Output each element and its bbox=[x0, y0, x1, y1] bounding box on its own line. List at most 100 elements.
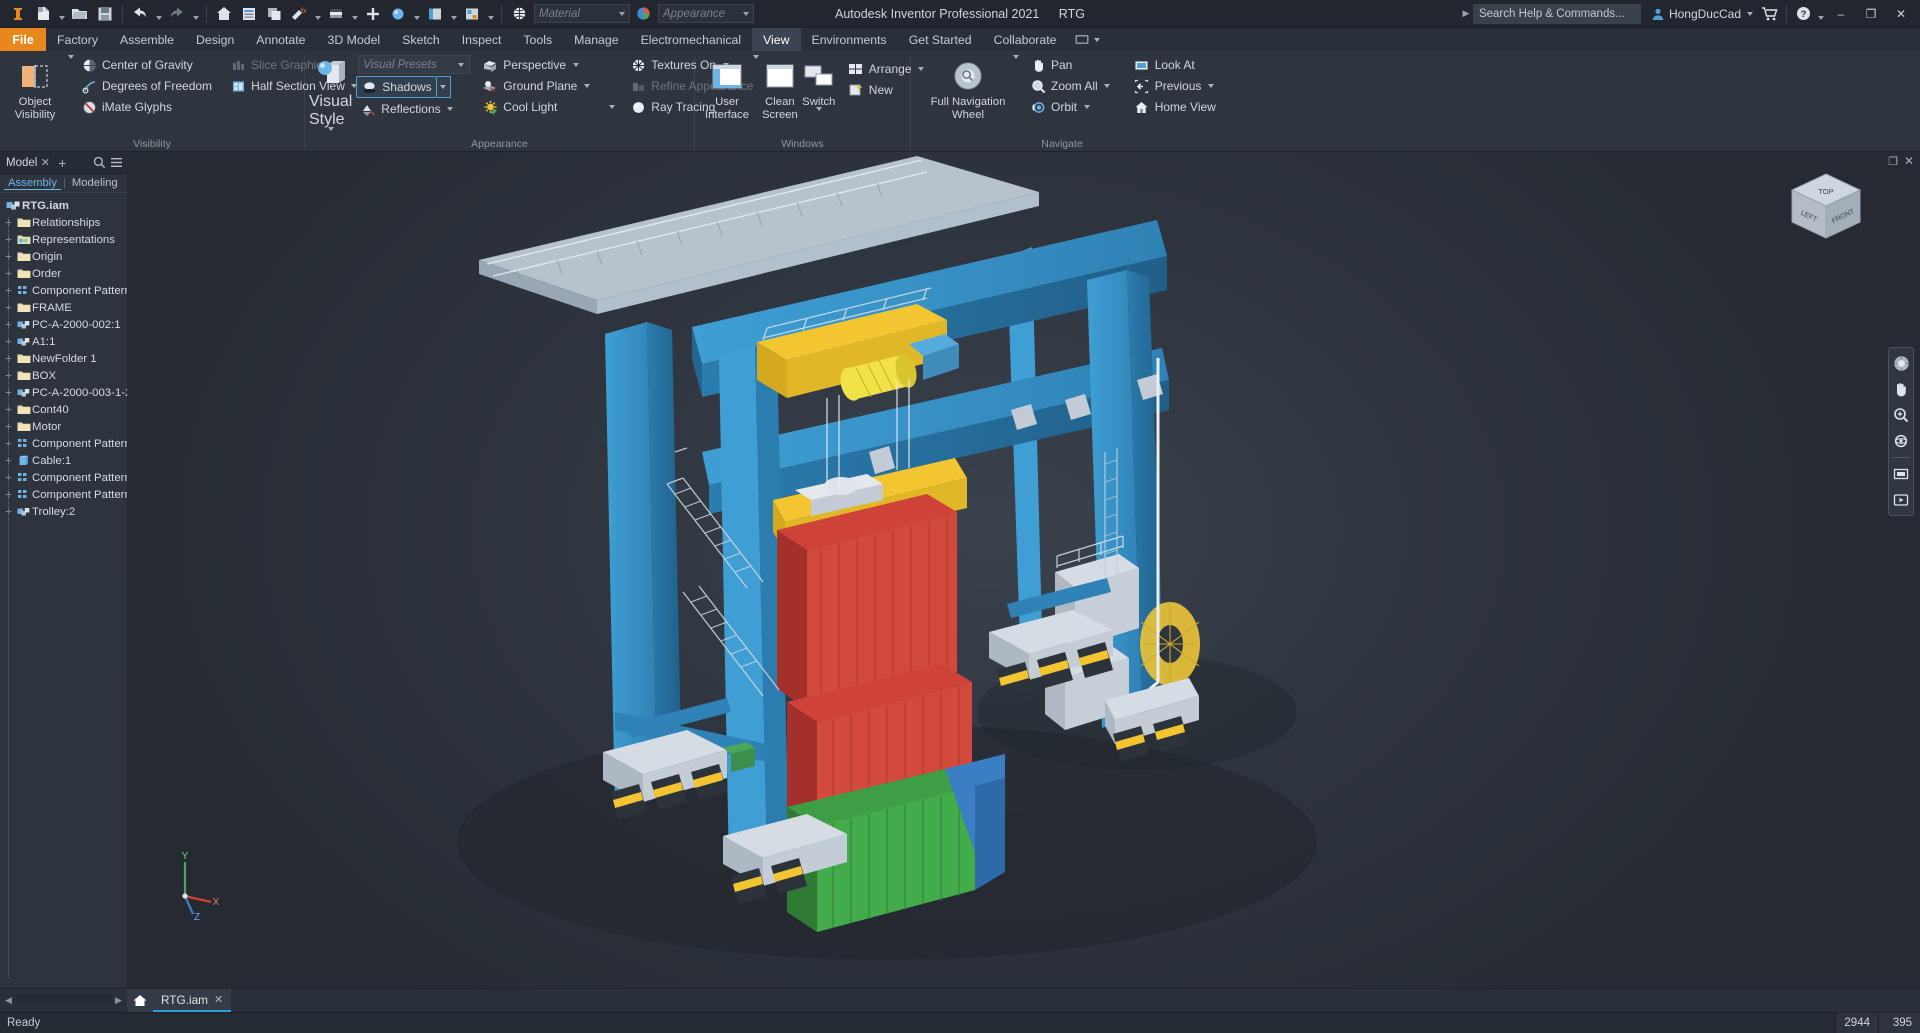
view-cube[interactable]: TOP LEFT FRONT bbox=[1784, 170, 1868, 248]
ribbon-display-options[interactable] bbox=[1067, 28, 1109, 51]
model-tree[interactable]: RTG.iam + Relationships + Representation… bbox=[0, 193, 127, 988]
shadows-toggle[interactable]: Shadows bbox=[356, 76, 437, 98]
appearance-browser-icon[interactable] bbox=[460, 2, 484, 26]
full-navigation-wheel-caret-icon[interactable] bbox=[1011, 55, 1020, 59]
orbit-button[interactable]: Orbit bbox=[1026, 97, 1116, 117]
tree-item-motor[interactable]: + Motor bbox=[0, 418, 127, 435]
tree-item-order[interactable]: + Order bbox=[0, 265, 127, 282]
tree-item-origin[interactable]: + Origin bbox=[0, 248, 127, 265]
help-icon[interactable]: ? bbox=[1791, 2, 1815, 26]
shopping-cart-icon[interactable] bbox=[1758, 2, 1782, 26]
browser-subtab-modeling[interactable]: Modeling bbox=[68, 177, 122, 189]
copy-icon[interactable] bbox=[262, 2, 286, 26]
browser-close-button[interactable]: ✕ bbox=[37, 156, 53, 169]
user-interface-caret-icon[interactable] bbox=[751, 55, 760, 59]
tree-item-cont40[interactable]: + Cont40 bbox=[0, 401, 127, 418]
graphics-viewport[interactable]: ❐ ✕ TOP LEFT FRONT Y X Z bbox=[127, 152, 1920, 988]
reflections-caret-icon[interactable] bbox=[446, 107, 455, 111]
user-account-menu[interactable]: HongDucCad bbox=[1647, 2, 1758, 26]
tab-file[interactable]: File bbox=[0, 28, 46, 51]
cool-light-selector[interactable]: Cool Light bbox=[478, 97, 620, 117]
show-motion-icon[interactable] bbox=[1890, 488, 1912, 512]
object-visibility-button[interactable]: Object Visibility bbox=[4, 55, 66, 121]
browser-add-button[interactable]: + bbox=[53, 155, 71, 171]
pan-hand-icon[interactable] bbox=[1890, 377, 1912, 401]
cool-light-caret-icon[interactable] bbox=[607, 105, 616, 109]
minimize-window-button[interactable]: – bbox=[1826, 1, 1856, 27]
material-sphere-caret[interactable] bbox=[411, 2, 422, 26]
search-icon[interactable] bbox=[93, 156, 106, 169]
material-sphere-icon[interactable] bbox=[386, 2, 410, 26]
user-interface-button[interactable]: User Interface bbox=[703, 55, 751, 121]
open-file-icon[interactable] bbox=[68, 2, 92, 26]
tab-tools[interactable]: Tools bbox=[512, 28, 563, 51]
appearance-caret-icon[interactable] bbox=[743, 12, 749, 16]
tree-item-pc-a-2000-003[interactable]: + PC-A-2000-003-1-2:1 bbox=[0, 384, 127, 401]
tab-get-started[interactable]: Get Started bbox=[898, 28, 983, 51]
look-at-button[interactable]: Look At bbox=[1130, 55, 1220, 75]
tab-view[interactable]: View bbox=[752, 28, 801, 51]
tab-electromechanical[interactable]: Electromechanical bbox=[630, 28, 752, 51]
tab-inspect[interactable]: Inspect bbox=[451, 28, 513, 51]
measure-icon[interactable]: fx bbox=[287, 2, 311, 26]
tree-item-component-pattern-17[interactable]: + Component Pattern 17: bbox=[0, 486, 127, 503]
pan-button[interactable]: Pan bbox=[1026, 55, 1116, 75]
tree-item-a1[interactable]: + A1:1 bbox=[0, 333, 127, 350]
full-navigation-wheel-button[interactable]: Full Navigation Wheel bbox=[925, 55, 1011, 121]
tree-item-cable[interactable]: + Cable:1 bbox=[0, 452, 127, 469]
zoom-icon[interactable] bbox=[1890, 403, 1912, 427]
search-input[interactable]: Search Help & Commands... bbox=[1472, 3, 1641, 24]
user-menu-caret-icon[interactable] bbox=[1745, 12, 1754, 16]
switch-windows-button[interactable]: Switch bbox=[800, 55, 838, 111]
appearance-color-icon[interactable] bbox=[631, 2, 655, 26]
material-globe-icon[interactable] bbox=[507, 2, 531, 26]
imate-glyphs-button[interactable]: iMate Glyphs bbox=[77, 97, 216, 117]
update-icon[interactable] bbox=[237, 2, 261, 26]
document-tab-rtg[interactable]: RTG.iam ✕ bbox=[153, 989, 232, 1012]
clean-screen-button[interactable]: Clean Screen bbox=[760, 55, 800, 121]
save-icon[interactable] bbox=[93, 2, 117, 26]
material-browser-icon[interactable] bbox=[423, 2, 447, 26]
material-browser-caret[interactable] bbox=[448, 2, 459, 26]
browser-subtab-assembly[interactable]: Assembly bbox=[4, 177, 61, 190]
redo-icon[interactable] bbox=[165, 2, 189, 26]
add-component-icon[interactable] bbox=[361, 2, 385, 26]
tab-environments[interactable]: Environments bbox=[801, 28, 898, 51]
tree-item-newfolder-1[interactable]: + NewFolder 1 bbox=[0, 350, 127, 367]
shadows-dropdown[interactable] bbox=[436, 76, 451, 98]
reflections-toggle[interactable]: Reflections bbox=[356, 99, 472, 119]
help-dropdown-caret[interactable] bbox=[1815, 2, 1826, 26]
hamburger-menu-icon[interactable] bbox=[110, 156, 123, 169]
tab-3d-model[interactable]: 3D Model bbox=[317, 28, 392, 51]
close-window-button[interactable]: ✕ bbox=[1886, 1, 1916, 27]
appearance-selector[interactable]: Appearance bbox=[658, 4, 754, 23]
tree-item-component-pattern-13[interactable]: + Component Pattern 13: bbox=[0, 282, 127, 299]
zoom-all-button[interactable]: Zoom All bbox=[1026, 76, 1116, 96]
orbit-caret-icon[interactable] bbox=[1082, 105, 1091, 109]
inventor-logo-icon[interactable] bbox=[6, 2, 30, 26]
zoom-all-caret-icon[interactable] bbox=[1103, 84, 1112, 88]
material-caret-icon[interactable] bbox=[619, 12, 625, 16]
tab-collaborate[interactable]: Collaborate bbox=[983, 28, 1068, 51]
user-interface-dropdown[interactable] bbox=[751, 55, 760, 73]
tree-item-trolley[interactable]: + Trolley:2 bbox=[0, 503, 127, 520]
tree-item-component-pattern-14[interactable]: + Component Pattern 14: bbox=[0, 435, 127, 452]
appearance-dropdown-caret[interactable] bbox=[349, 2, 360, 26]
tree-item-component-pattern-15[interactable]: + Component Pattern 15: bbox=[0, 469, 127, 486]
material-selector[interactable]: Material bbox=[534, 4, 630, 23]
new-file-icon[interactable] bbox=[31, 2, 55, 26]
previous-view-caret-icon[interactable] bbox=[1206, 84, 1215, 88]
restore-window-button[interactable]: ❐ bbox=[1856, 1, 1886, 27]
object-visibility-caret-icon[interactable] bbox=[66, 55, 75, 59]
scroll-left-arrow-icon[interactable]: ◀ bbox=[2, 995, 15, 1006]
browser-horizontal-scrollbar[interactable]: ◀ ▶ bbox=[0, 989, 127, 1012]
measure-dropdown-caret[interactable] bbox=[312, 2, 323, 26]
tree-root-node[interactable]: RTG.iam bbox=[0, 197, 127, 214]
center-of-gravity-button[interactable]: Center of Gravity bbox=[77, 55, 216, 75]
tree-item-representations[interactable]: + Representations bbox=[0, 231, 127, 248]
undo-dropdown-caret[interactable] bbox=[153, 2, 164, 26]
tab-annotate[interactable]: Annotate bbox=[245, 28, 316, 51]
new-file-dropdown-caret[interactable] bbox=[56, 2, 67, 26]
shadows-caret-icon[interactable] bbox=[439, 85, 448, 89]
tab-design[interactable]: Design bbox=[185, 28, 245, 51]
